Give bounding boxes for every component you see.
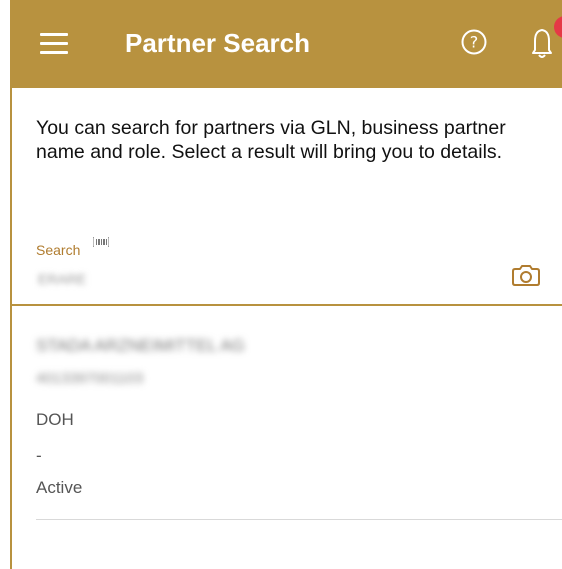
app-bar: Partner Search ? 9+ [10,0,562,88]
barcode-icon[interactable] [93,237,109,247]
camera-icon [512,265,540,286]
result-role: DOH [36,410,74,429]
result-divider [36,519,562,520]
menu-icon-bar [40,42,68,45]
result-gln: 4013397001103 [36,370,144,387]
help-circle-icon: ? [461,29,487,55]
search-label: Search [36,242,81,258]
search-input[interactable] [36,264,460,294]
help-button[interactable]: ? [460,28,488,56]
svg-text:?: ? [470,33,479,52]
result-item[interactable]: STADA ARZNEIMITTEL AG 4013397001103 DOH … [12,306,562,521]
notifications-button[interactable]: 9+ [530,16,562,64]
menu-icon-bar [40,51,68,54]
menu-button[interactable] [40,31,68,55]
result-partner-name: STADA ARZNEIMITTEL AG [36,336,245,355]
page-title: Partner Search [125,28,310,58]
camera-button[interactable] [511,263,541,287]
result-separator: - [36,446,42,465]
menu-icon [40,33,68,36]
result-status: Active [36,478,83,497]
intro-text: You can search for partners via GLN, bus… [36,117,506,163]
app-screen: Partner Search ? 9+ You can search for p… [0,0,562,569]
